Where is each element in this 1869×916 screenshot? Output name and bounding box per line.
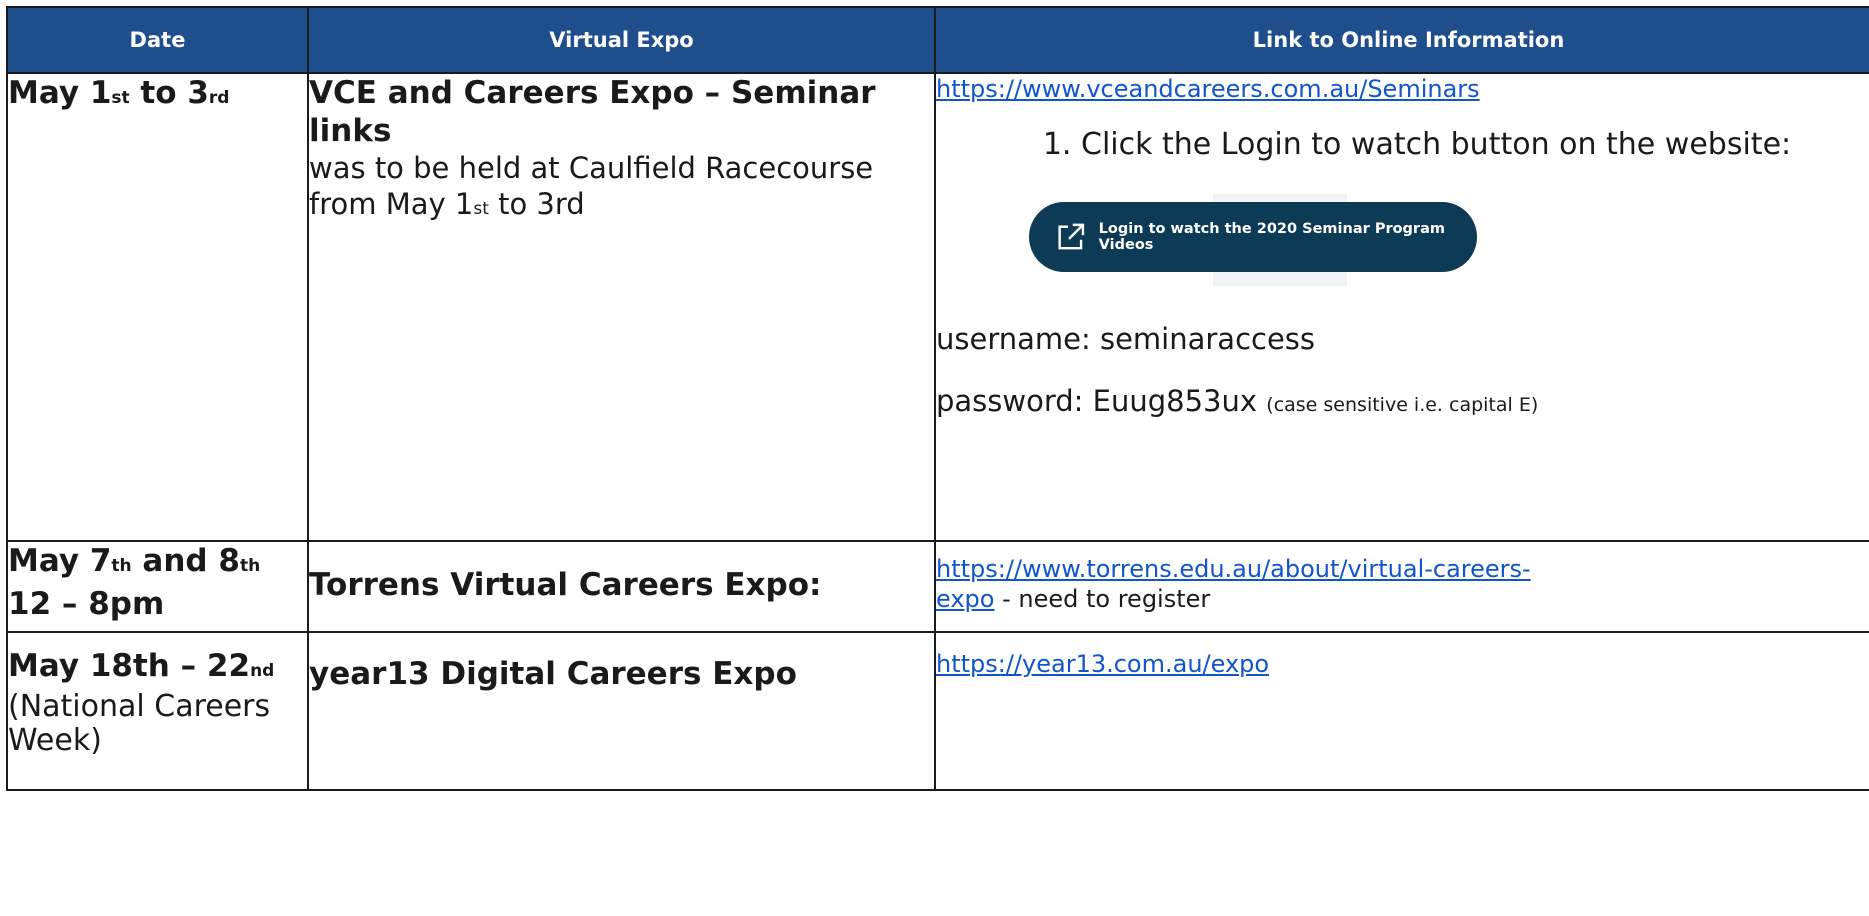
button-screenshot: Login to watch the 2020 Seminar Program …	[936, 186, 1869, 296]
expo-title: VCE and Careers Expo – Seminar links	[309, 75, 876, 149]
link-cell: https://year13.com.au/expo	[934, 631, 1869, 791]
date-text: and 8	[131, 543, 240, 579]
date-suffix: st	[111, 88, 130, 108]
expo-cell: Torrens Virtual Careers Expo:	[307, 540, 936, 633]
expo-cell: VCE and Careers Expo – Seminar links was…	[307, 72, 936, 542]
expo-title: Torrens Virtual Careers Expo:	[309, 567, 822, 603]
date-suffix: th	[111, 556, 132, 576]
button-label: Login to watch the 2020 Seminar Program …	[1098, 221, 1445, 253]
seminars-link[interactable]: https://www.vceandcareers.com.au/Seminar…	[936, 75, 1480, 103]
login-to-watch-button[interactable]: Login to watch the 2020 Seminar Program …	[1029, 202, 1477, 272]
header-link: Link to Online Information	[934, 6, 1869, 74]
time-text: 12 – 8pm	[8, 586, 165, 622]
password-note: (case sensitive i.e. capital E)	[1266, 394, 1539, 416]
password-text: password: Euug853ux	[936, 384, 1258, 418]
instruction-list: Click the Login to watch button on the w…	[936, 126, 1869, 164]
date-cell: May 1st to 3rd	[6, 72, 309, 542]
header-virtual-expo: Virtual Expo	[307, 6, 936, 74]
expo-title: year13 Digital Careers Expo	[309, 656, 797, 692]
year13-link[interactable]: https://year13.com.au/expo	[936, 650, 1269, 678]
header-date: Date	[6, 6, 309, 74]
date-cell: May 18th – 22nd (National Careers Week)	[6, 631, 309, 791]
password-line: password: Euug853ux (case sensitive i.e.…	[936, 382, 1869, 424]
date-suffix: nd	[250, 661, 275, 681]
external-link-icon	[1058, 223, 1085, 250]
date-cell: May 7th and 8th 12 – 8pm	[6, 540, 309, 633]
link-cell: https://www.vceandcareers.com.au/Seminar…	[934, 72, 1869, 542]
link-cell: https://www.torrens.edu.au/about/virtual…	[934, 540, 1869, 633]
date-text: May 18th – 22	[8, 648, 251, 684]
date-suffix: th	[239, 556, 261, 576]
virtual-expo-table: Date Virtual Expo Link to Online Informa…	[6, 6, 1869, 791]
torrens-link-continued[interactable]: expo	[936, 585, 994, 613]
description-text: was to be held at Caulfield Racecourse f…	[309, 151, 874, 221]
date-note: (National Careers Week)	[8, 689, 271, 758]
table-row: May 1st to 3rd VCE and Careers Expo – Se…	[6, 72, 1869, 542]
username-line: username: seminaraccess	[936, 322, 1316, 356]
date-suffix: rd	[208, 88, 230, 108]
instruction-step: Click the Login to watch button on the w…	[1081, 126, 1869, 164]
register-note: - need to register	[994, 585, 1211, 613]
header-row: Date Virtual Expo Link to Online Informa…	[6, 6, 1869, 74]
date-text: to 3	[129, 75, 209, 111]
description-suffix: st	[473, 199, 489, 219]
date-text: May 7	[8, 543, 112, 579]
description-text: to 3rd	[488, 187, 585, 221]
torrens-link[interactable]: https://www.torrens.edu.au/about/virtual…	[936, 555, 1531, 583]
expo-cell: year13 Digital Careers Expo	[307, 631, 936, 791]
table-row: May 18th – 22nd (National Careers Week) …	[6, 631, 1869, 791]
date-text: May 1	[8, 75, 112, 111]
expo-description: was to be held at Caulfield Racecourse f…	[309, 150, 934, 227]
table-row: May 7th and 8th 12 – 8pm Torrens Virtual…	[6, 540, 1869, 633]
